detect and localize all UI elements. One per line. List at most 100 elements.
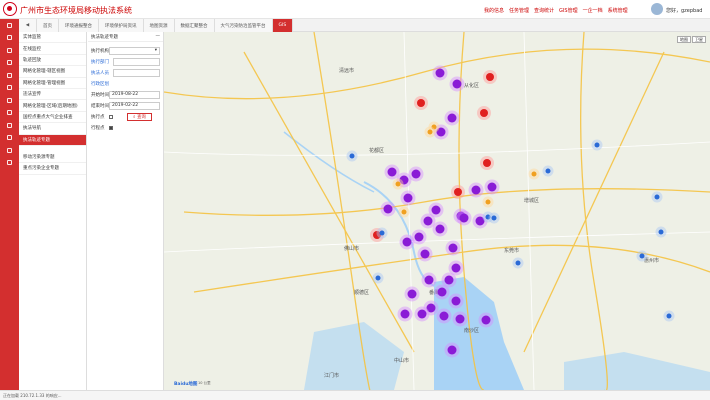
gis-map[interactable]: 清远市 花都区 从化区 增城区 佛山市 东莞市 顺德区 番禺区 中山市 南沙区 …	[164, 32, 710, 390]
map-marker[interactable]	[435, 224, 445, 234]
map-marker[interactable]	[447, 345, 457, 355]
monitor-icon[interactable]	[0, 44, 19, 57]
map-marker[interactable]	[594, 142, 600, 148]
tab-3[interactable]: 地图资源	[143, 19, 175, 32]
staff-link[interactable]: 执法人员	[91, 70, 113, 76]
menu-item-active[interactable]: 执法轨迹专题	[19, 134, 86, 146]
settings-icon[interactable]	[0, 157, 19, 170]
map-marker[interactable]	[531, 171, 537, 177]
map-marker[interactable]	[487, 182, 497, 192]
map-marker[interactable]	[639, 253, 645, 259]
dept-field[interactable]	[113, 57, 160, 66]
map-marker[interactable]	[485, 199, 491, 205]
flag-icon[interactable]	[0, 144, 19, 157]
user-icon[interactable]	[0, 107, 19, 120]
map-marker[interactable]	[427, 129, 433, 135]
top-link-system[interactable]: 系统管理	[608, 7, 628, 14]
map-marker[interactable]	[423, 216, 433, 226]
map-marker[interactable]	[403, 193, 413, 203]
map-marker[interactable]	[444, 275, 454, 285]
map-marker[interactable]	[545, 168, 551, 174]
map-marker[interactable]	[431, 205, 441, 215]
top-link-gis[interactable]: GIS管理	[559, 7, 578, 14]
search-button[interactable]: ⌕ 查询	[127, 112, 152, 121]
end-date-field[interactable]: 2019-02-22	[109, 101, 160, 110]
map-marker[interactable]	[349, 153, 355, 159]
map-canvas[interactable]: 清远市 花都区 从化区 增城区 佛山市 东莞市 顺德区 番禺区 中山市 南沙区 …	[164, 32, 710, 390]
tab-2[interactable]: 环境保护局资讯	[99, 19, 144, 32]
map-marker[interactable]	[451, 263, 461, 273]
map-marker[interactable]	[375, 275, 381, 281]
map-marker[interactable]	[407, 289, 417, 299]
map-marker[interactable]	[417, 99, 425, 107]
map-marker[interactable]	[454, 188, 462, 196]
map-marker[interactable]	[383, 204, 393, 214]
tab-0[interactable]: 首页	[37, 19, 59, 32]
map-marker[interactable]	[437, 287, 447, 297]
tab-gis[interactable]: GIS	[272, 19, 294, 32]
map-marker[interactable]	[459, 213, 469, 223]
map-marker[interactable]	[486, 73, 494, 81]
map-type-satellite[interactable]: 卫星	[692, 36, 706, 43]
map-marker[interactable]	[451, 296, 461, 306]
user-greeting[interactable]: 您好，gzepbad	[666, 7, 702, 14]
staff-field[interactable]	[113, 68, 160, 77]
map-marker[interactable]	[654, 194, 660, 200]
menu-item[interactable]: 网格化管理-辖区视图	[19, 66, 86, 78]
tab-5[interactable]: 大气污染防治监管平台	[214, 19, 273, 32]
avatar[interactable]	[651, 3, 663, 15]
map-marker[interactable]	[455, 314, 465, 324]
map-marker[interactable]	[439, 311, 449, 321]
start-date-field[interactable]: 2019-08-22	[109, 90, 160, 99]
map-marker[interactable]	[402, 237, 412, 247]
menu-item[interactable]: 在线监控	[19, 43, 86, 55]
map-marker[interactable]	[379, 230, 385, 236]
list-icon[interactable]	[0, 119, 19, 132]
dept-link[interactable]: 执行部门	[91, 59, 113, 65]
top-link-enterprise[interactable]: 一企一档	[583, 7, 603, 14]
tab-4[interactable]: 数据汇聚整合	[174, 19, 215, 32]
map-marker[interactable]	[400, 309, 410, 319]
executor-select[interactable]: ▾	[109, 46, 160, 55]
map-marker[interactable]	[420, 249, 430, 259]
map-marker[interactable]	[414, 232, 424, 242]
map-type-map[interactable]: 地图	[677, 36, 691, 43]
top-link-tasks[interactable]: 任务管理	[509, 7, 529, 14]
map-marker[interactable]	[395, 181, 401, 187]
map-marker[interactable]	[435, 68, 445, 78]
home-icon[interactable]	[0, 32, 19, 45]
menu-item[interactable]: 网格化管理-区域(后期地图)	[19, 100, 86, 112]
task-icon[interactable]	[0, 57, 19, 70]
menu-item[interactable]: 轨迹回放	[19, 55, 86, 67]
bell-icon[interactable]	[0, 132, 19, 145]
map-marker[interactable]	[424, 275, 434, 285]
check1-checkbox[interactable]	[109, 114, 113, 119]
map-marker[interactable]	[491, 215, 497, 221]
menu-item[interactable]: 网格化管理-管理视图	[19, 78, 86, 89]
menu-toggle-icon[interactable]	[0, 19, 19, 32]
map-marker[interactable]	[483, 159, 491, 167]
tab-home-icon[interactable]: ◀	[19, 19, 37, 32]
tab-1[interactable]: 环境通报整合	[59, 19, 99, 32]
top-link-my-info[interactable]: 我的信息	[484, 7, 504, 14]
map-marker[interactable]	[447, 113, 457, 123]
map-marker[interactable]	[480, 109, 488, 117]
menu-item[interactable]: 实体监管	[19, 32, 86, 44]
map-marker[interactable]	[658, 229, 664, 235]
menu-item[interactable]: 违法宣传	[19, 89, 86, 101]
menu-item[interactable]: 国控点重点大气企业排查	[19, 112, 86, 124]
map-marker[interactable]	[471, 185, 481, 195]
map-icon[interactable]	[0, 82, 19, 95]
map-marker[interactable]	[515, 260, 521, 266]
map-marker[interactable]	[387, 167, 397, 177]
minimize-icon[interactable]: —	[156, 34, 161, 39]
district-link[interactable]: 行政区划	[91, 81, 113, 87]
file-icon[interactable]	[0, 94, 19, 107]
map-marker[interactable]	[417, 309, 427, 319]
map-marker[interactable]	[666, 313, 672, 319]
menu-item[interactable]: 移动污染源专题	[19, 152, 86, 164]
menu-item[interactable]: 执法导航	[19, 123, 86, 135]
map-marker[interactable]	[481, 315, 491, 325]
map-marker[interactable]	[448, 243, 458, 253]
top-link-stats[interactable]: 查询统计	[534, 7, 554, 14]
